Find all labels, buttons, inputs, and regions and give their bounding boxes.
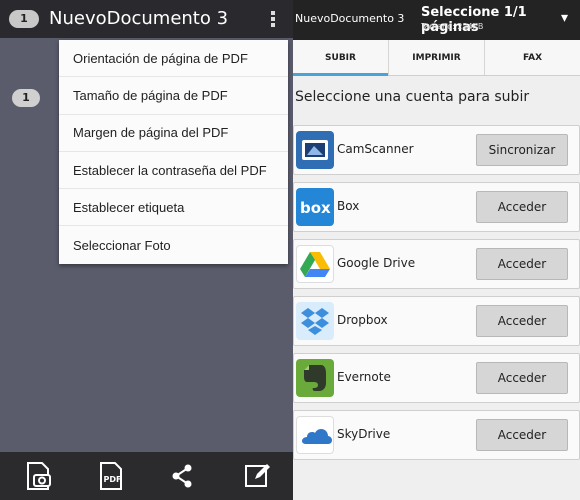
menu-item-set-tag[interactable]: Establecer etiqueta [59,189,288,227]
menu-item-pdf-password[interactable]: Establecer la contraseña del PDF [59,152,288,190]
account-name: Evernote [337,370,391,384]
box-icon: box [296,188,334,226]
bottom-action-bar: PDF [0,452,293,500]
pdf-icon[interactable]: PDF [96,460,126,492]
account-row-skydrive[interactable]: SkyDrive Acceder [293,410,580,460]
upload-header: NuevoDocumento 3 Seleccione 1/1 páginas … [293,0,580,40]
document-toolbar: 1 NuevoDocumento 3 [0,0,293,38]
menu-item-pdf-margin[interactable]: Margen de página del PDF [59,115,288,152]
menu-item-select-photo[interactable]: Seleccionar Foto [59,226,288,263]
upload-prompt: Seleccione una cuenta para subir [295,89,530,105]
account-name: Box [337,199,360,213]
account-name: Google Drive [337,256,416,270]
account-name: CamScanner [337,142,414,156]
upload-pane: NuevoDocumento 3 Seleccione 1/1 páginas … [293,0,580,500]
google-drive-icon [296,245,334,283]
svg-text:box: box [300,199,331,217]
account-row-box[interactable]: box Box Acceder [293,182,580,232]
login-button[interactable]: Acceder [476,305,568,337]
account-row-google-drive[interactable]: Google Drive Acceder [293,239,580,289]
camera-document-icon[interactable] [24,460,54,492]
camscanner-icon [296,131,334,169]
account-name: SkyDrive [337,427,391,441]
dropbox-icon [296,302,334,340]
tab-print[interactable]: IMPRIMIR [389,40,485,75]
share-icon[interactable] [167,460,197,492]
overflow-menu-icon[interactable] [267,10,279,30]
login-button[interactable]: Acceder [476,191,568,223]
overflow-menu: Orientación de página de PDF Tamaño de p… [59,40,288,264]
document-pane: 1 NuevoDocumento 3 1 Orientación de pági… [0,0,293,500]
menu-item-pdf-orientation[interactable]: Orientación de página de PDF [59,40,288,78]
tab-fax[interactable]: FAX [485,40,580,75]
sync-button[interactable]: Sincronizar [476,134,568,166]
tab-upload[interactable]: SUBIR [293,40,389,76]
page-number-badge: 1 [12,89,40,107]
edit-icon[interactable] [243,460,273,492]
document-count-badge: 1 [9,10,39,28]
menu-item-pdf-page-size[interactable]: Tamaño de página de PDF [59,77,288,115]
app-root: 1 NuevoDocumento 3 1 Orientación de pági… [0,0,580,500]
document-size: Tamaño: 224KB [421,22,484,31]
login-button[interactable]: Acceder [476,248,568,280]
document-title: NuevoDocumento 3 [49,8,229,29]
account-row-dropbox[interactable]: Dropbox Acceder [293,296,580,346]
chevron-down-icon[interactable]: ▾ [561,10,568,26]
account-row-camscanner[interactable]: CamScanner Sincronizar [293,125,580,175]
header-document-title: NuevoDocumento 3 [295,12,405,25]
login-button[interactable]: Acceder [476,419,568,451]
tab-bar: SUBIR IMPRIMIR FAX [293,40,580,76]
skydrive-icon [296,416,334,454]
account-name: Dropbox [337,313,388,327]
svg-text:PDF: PDF [104,475,122,484]
account-list: CamScanner Sincronizar box Box Acceder G… [293,125,580,467]
account-row-evernote[interactable]: Evernote Acceder [293,353,580,403]
login-button[interactable]: Acceder [476,362,568,394]
evernote-icon [296,359,334,397]
